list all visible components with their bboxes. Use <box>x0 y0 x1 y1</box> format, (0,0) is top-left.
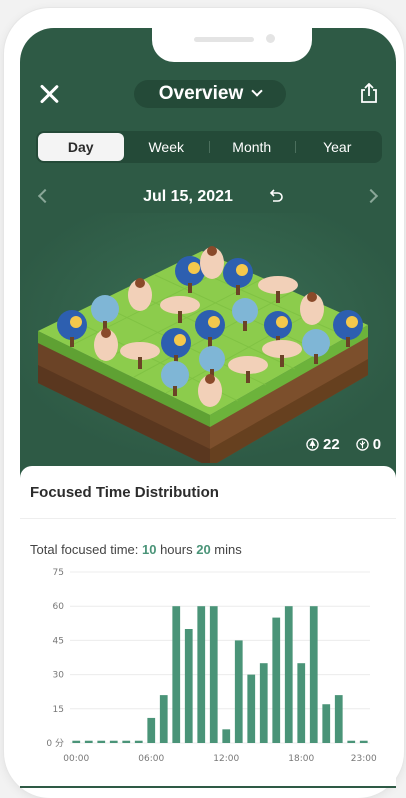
tree-icon <box>306 438 319 451</box>
bar-02 <box>97 740 106 743</box>
bar-16 <box>272 617 281 743</box>
card-title: Focused Time Distribution <box>30 484 219 501</box>
bar-06 <box>147 717 156 743</box>
total-prefix: Total focused time: <box>30 542 142 557</box>
bar-04 <box>122 740 131 743</box>
y-tick-label: 45 <box>53 636 64 646</box>
bar-05 <box>134 740 143 743</box>
overview-label: Overview <box>158 83 244 104</box>
mins-word: mins <box>210 542 242 557</box>
tree-counts: 22 0 <box>306 436 381 453</box>
bar-03 <box>109 740 118 743</box>
notch <box>152 28 312 62</box>
focused-time-chart: 0 分 15 30 45 60 75 00:00 06:00 12:00 18:00 23:00 <box>46 568 377 764</box>
bar-08 <box>172 606 181 743</box>
total-focused-time: Total focused time: 10 hours 20 mins <box>30 542 242 557</box>
dead-tree-count: 0 <box>372 436 382 453</box>
bar-17 <box>284 606 293 743</box>
bar-22 <box>347 740 356 743</box>
y-tick-label: 75 <box>53 568 64 578</box>
hours-word: hours <box>156 542 197 557</box>
x-tick-label: 06:00 <box>138 754 164 764</box>
bar-12 <box>222 729 231 743</box>
bar-14 <box>247 674 256 743</box>
divider <box>20 518 396 519</box>
period-tabs: Day Week Month Year <box>36 131 382 163</box>
bar-01 <box>84 740 93 743</box>
x-tick-label: 12:00 <box>213 754 239 764</box>
speaker <box>194 37 254 42</box>
overview-dropdown[interactable]: Overview <box>134 80 286 108</box>
bar-23 <box>359 740 368 743</box>
tab-day[interactable]: Day <box>38 133 124 161</box>
share-icon[interactable] <box>360 83 378 103</box>
total-mins: 20 <box>196 542 211 557</box>
bar-07 <box>159 695 168 743</box>
dead-tree-icon <box>355 438 369 451</box>
total-hours: 10 <box>142 542 157 557</box>
x-tick-label: 18:00 <box>288 754 314 764</box>
close-icon[interactable] <box>38 83 60 105</box>
x-tick-label: 23:00 <box>351 754 377 764</box>
bar-20 <box>322 704 331 743</box>
forest-illustration <box>20 213 396 463</box>
bar-13 <box>234 640 243 743</box>
bar-00 <box>72 740 81 743</box>
date-label: Jul 15, 2021 <box>143 188 233 205</box>
bar-10 <box>197 606 206 743</box>
bar-15 <box>259 663 268 743</box>
healthy-tree-count: 22 <box>323 436 340 453</box>
tab-month[interactable]: Month <box>209 133 295 161</box>
y-tick-label: 60 <box>53 602 65 612</box>
bar-21 <box>334 695 343 743</box>
y-tick-label: 0 分 <box>46 738 64 749</box>
camera <box>266 34 275 43</box>
top-bar: Overview <box>20 73 396 113</box>
date-navigator: Jul 15, 2021 <box>20 183 396 213</box>
y-tick-label: 15 <box>53 705 64 715</box>
bar-18 <box>297 663 306 743</box>
focused-time-card: Focused Time Distribution Total focused … <box>20 466 396 786</box>
x-tick-label: 00:00 <box>63 754 89 764</box>
undo-icon[interactable] <box>268 188 284 204</box>
y-tick-label: 30 <box>53 671 65 681</box>
bar-09 <box>184 629 193 743</box>
phone-frame: Overview Day Week Month Year Jul 15, 202… <box>4 8 404 798</box>
chevron-down-icon <box>251 85 263 97</box>
tab-week[interactable]: Week <box>124 133 210 161</box>
bar-19 <box>309 606 318 743</box>
tab-year[interactable]: Year <box>294 133 381 161</box>
bar-11 <box>209 606 218 743</box>
